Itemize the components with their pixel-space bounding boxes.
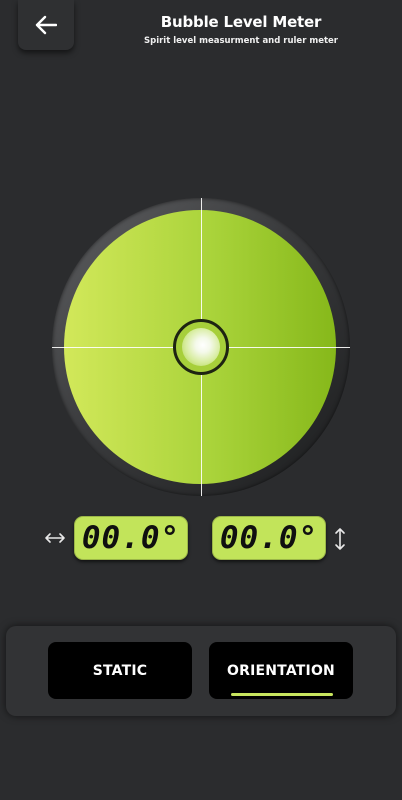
orientation-mode-label: ORIENTATION (227, 662, 335, 679)
vertical-angle-display: 00.0° (212, 516, 326, 560)
level-bubble (182, 328, 220, 366)
orientation-mode-button[interactable]: ORIENTATION (209, 642, 353, 699)
vertical-arrows-icon (335, 528, 345, 550)
vertical-angle-value: 00.0° (219, 520, 319, 556)
back-button[interactable] (18, 0, 74, 50)
page-title: Bubble Level Meter (160, 13, 322, 31)
mode-panel: STATIC ORIENTATION (6, 626, 396, 716)
bubble-level-dial (52, 198, 350, 496)
static-mode-label: STATIC (92, 662, 148, 679)
bubble-target-ring (173, 319, 229, 375)
page-subtitle: Spirit level measurment and ruler meter (143, 36, 338, 46)
horizontal-angle-display: 00.0° (74, 516, 188, 560)
selected-indicator (231, 693, 333, 696)
static-mode-button[interactable]: STATIC (48, 642, 192, 699)
horizontal-arrows-icon (45, 533, 65, 543)
horizontal-angle-value: 00.0° (81, 520, 181, 556)
arrow-left-icon (35, 15, 57, 35)
